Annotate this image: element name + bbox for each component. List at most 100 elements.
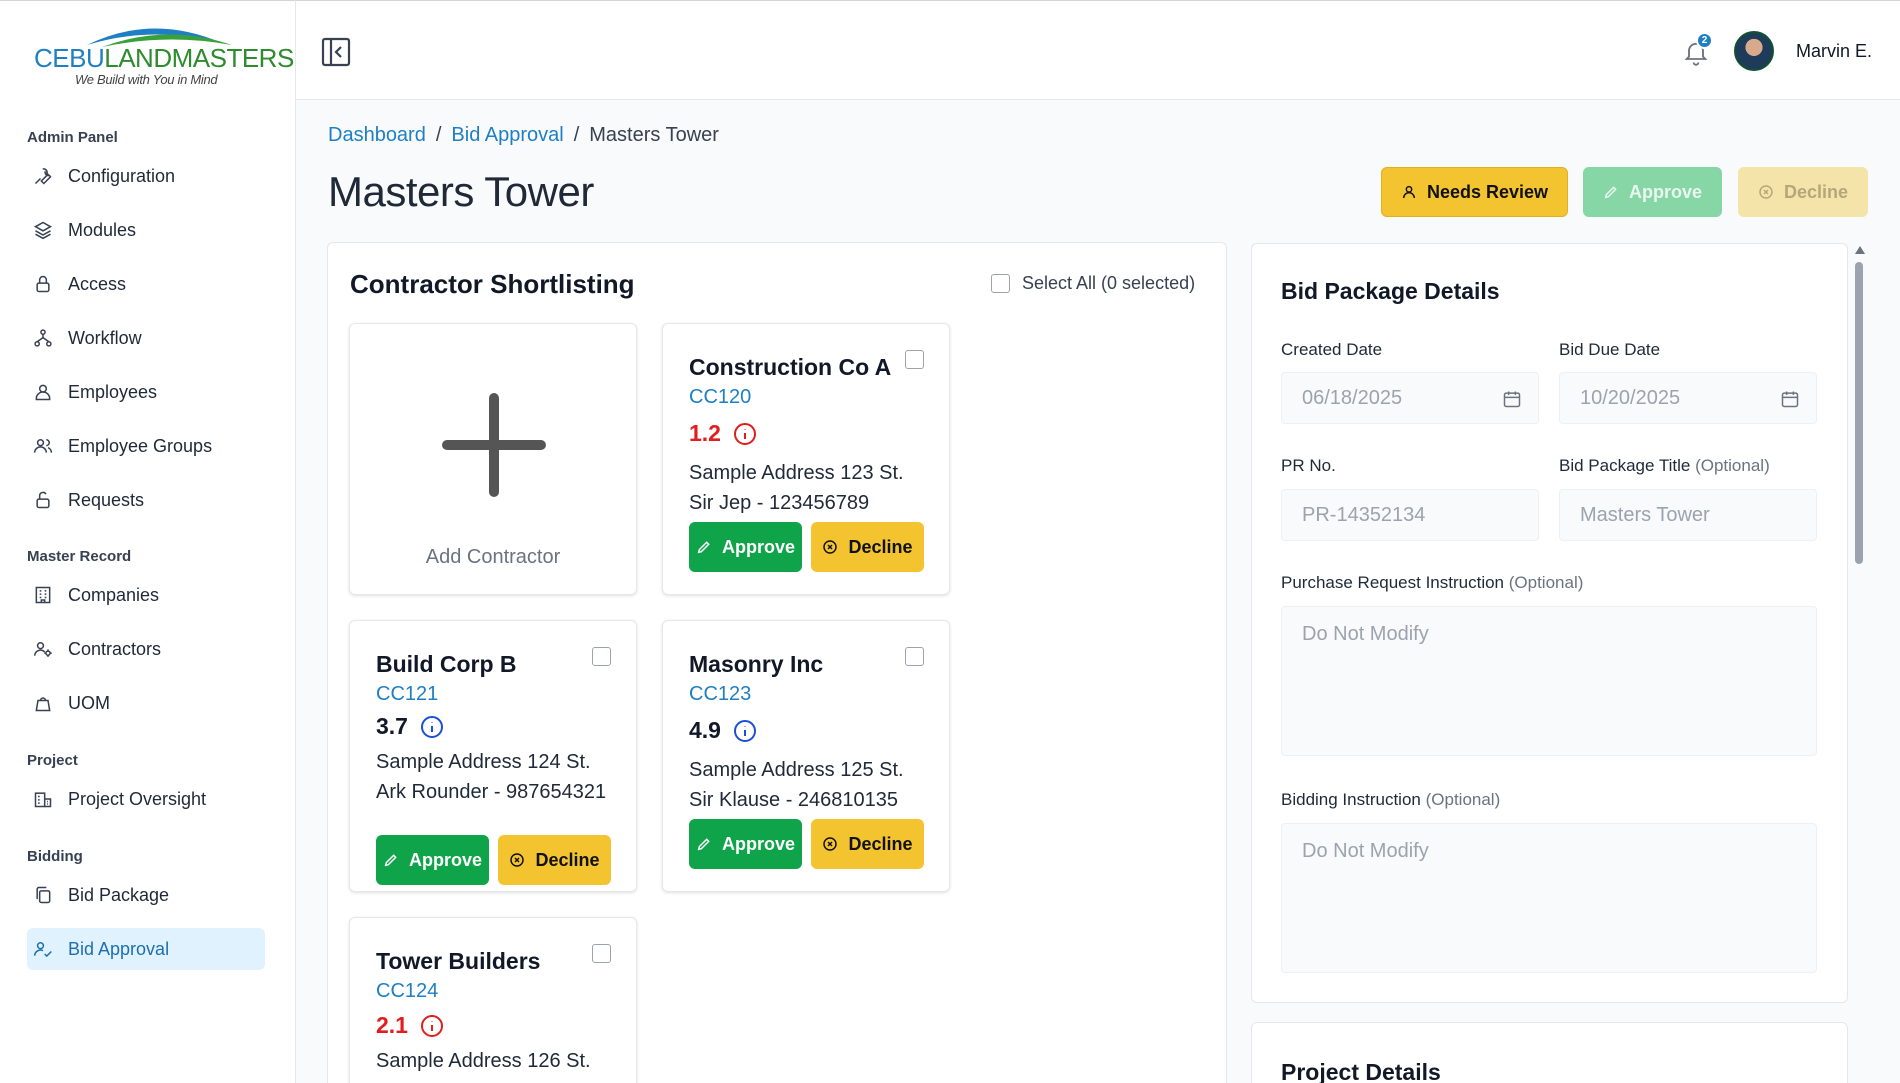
info-icon[interactable] [733, 422, 757, 446]
add-contractor-label: Add Contractor [425, 546, 561, 568]
x-circle-icon [510, 853, 525, 867]
info-icon[interactable] [420, 1014, 444, 1038]
approve-contractor-button[interactable]: Approve [376, 835, 489, 885]
avatar[interactable] [1734, 31, 1774, 71]
user-icon [1402, 185, 1416, 199]
optional-label: (Optional) [1425, 790, 1501, 809]
created-date-label: Created Date [1281, 340, 1383, 359]
sidebar-item-employee-groups[interactable]: Employee Groups [27, 425, 265, 467]
breadcrumb: Dashboard / Bid Approval / Masters Tower [328, 124, 719, 147]
unlock-icon [32, 489, 54, 511]
score-value: 3.7 [376, 713, 408, 739]
breadcrumb-bid-approval[interactable]: Bid Approval [451, 124, 563, 147]
decline-contractor-button[interactable]: Decline [498, 835, 611, 885]
contractor-shortlisting-panel: Contractor Shortlisting Select All (0 se… [327, 242, 1227, 1083]
sidebar-item-project-oversight[interactable]: Project Oversight [27, 778, 265, 820]
bid-due-date-input[interactable]: 10/20/2025 [1559, 372, 1817, 424]
sidebar-item-label: Contractors [68, 638, 162, 659]
contact-line: Sir Jep - 123456789 [689, 492, 870, 514]
user-icon [32, 381, 54, 403]
sidebar-item-label: Bid Package [68, 884, 170, 905]
calendar-icon[interactable] [1502, 389, 1522, 409]
sidebar-item-requests[interactable]: Requests [27, 479, 265, 521]
created-date-input[interactable]: 06/18/2025 [1281, 372, 1539, 424]
approve-label: Approve [1628, 181, 1702, 202]
contractor-code[interactable]: CC120 [689, 386, 751, 409]
sidebar-item-label: Employee Groups [68, 435, 213, 456]
nav-section-master-record: Master Record [27, 548, 132, 565]
breadcrumb-dashboard[interactable]: Dashboard [328, 124, 426, 147]
scrollbar-thumb[interactable] [1855, 262, 1863, 564]
pr-no-placeholder: PR-14352134 [1302, 503, 1426, 526]
notification-badge: 2 [1696, 32, 1713, 49]
bid-package-title-input[interactable]: Masters Tower [1559, 489, 1817, 541]
panel-left-icon [321, 37, 351, 67]
sidebar-item-configuration[interactable]: Configuration [27, 155, 265, 197]
bid-due-date-label: Bid Due Date [1559, 340, 1661, 359]
logo-wordmark: CEBULANDMASTERS [34, 43, 294, 73]
approve-contractor-button[interactable]: Approve [689, 819, 802, 869]
contractor-checkbox[interactable] [905, 350, 924, 369]
sidebar-toggle-button[interactable] [320, 36, 352, 68]
pr-instruction-textarea[interactable]: Do Not Modify [1281, 606, 1817, 756]
select-all-checkbox[interactable]: Select All (0 selected) [991, 273, 1195, 294]
decline-contractor-button[interactable]: Decline [811, 819, 924, 869]
contractor-address: Sample Address 126 St. [376, 1046, 626, 1076]
contractor-address: Sample Address 123 St. Sir Jep - 1234567… [689, 458, 939, 518]
decline-button[interactable]: Decline [1738, 167, 1868, 217]
sidebar-item-label: Bid Approval [68, 938, 170, 959]
breadcrumb-separator: / [573, 124, 580, 146]
pencil-icon [697, 838, 710, 851]
user-name[interactable]: Marvin E. [1796, 41, 1872, 62]
company-logo[interactable]: CEBULANDMASTERS We Build with You in Min… [32, 15, 294, 91]
sidebar-item-companies[interactable]: Companies [27, 574, 265, 616]
contractor-score: 4.9 [689, 717, 757, 744]
optional-label: (Optional) [1508, 573, 1584, 592]
sidebar-item-label: Modules [68, 219, 137, 240]
contractor-name: Tower Builders [376, 948, 541, 974]
sidebar-item-label: Companies [68, 584, 160, 605]
sidebar-item-modules[interactable]: Modules [27, 209, 265, 251]
pr-no-input[interactable]: PR-14352134 [1281, 489, 1539, 541]
scroll-up-arrow[interactable] [1855, 246, 1865, 254]
sidebar-item-label: Configuration [68, 165, 176, 186]
sidebar-item-bid-approval[interactable]: Bid Approval [27, 928, 265, 970]
bidding-instruction-textarea[interactable]: Do Not Modify [1281, 823, 1817, 973]
info-icon[interactable] [733, 719, 757, 743]
sidebar-item-contractors[interactable]: Contractors [27, 628, 265, 670]
needs-review-button[interactable]: Needs Review [1381, 167, 1568, 217]
pencil-icon [697, 541, 710, 554]
contractor-checkbox[interactable] [592, 647, 611, 666]
contractor-code[interactable]: CC124 [376, 980, 438, 1003]
checkbox[interactable] [991, 274, 1010, 293]
pr-instruction-label: Purchase Request Instruction (Optional) [1281, 573, 1584, 592]
approve-contractor-button[interactable]: Approve [689, 522, 802, 572]
contractor-checkbox[interactable] [592, 944, 611, 963]
user-cog-icon [32, 638, 54, 660]
score-value: 4.9 [689, 717, 721, 743]
sidebar-item-uom[interactable]: UOM [27, 682, 265, 724]
info-icon[interactable] [420, 715, 444, 739]
sidebar-item-access[interactable]: Access [27, 263, 265, 305]
sidebar-item-employees[interactable]: Employees [27, 371, 265, 413]
bid-package-title-placeholder: Masters Tower [1580, 503, 1710, 526]
select-all-label: Select All (0 selected) [1022, 273, 1196, 293]
add-contractor-card[interactable]: Add Contractor [349, 323, 637, 595]
sidebar: CEBULANDMASTERS We Build with You in Min… [0, 0, 296, 1083]
created-date-value: 06/18/2025 [1302, 386, 1403, 409]
panel-title: Project Details [1281, 1059, 1441, 1083]
contact-line: Ark Rounder - 987654321 [376, 781, 607, 803]
calendar-icon[interactable] [1780, 389, 1800, 409]
plus-icon [442, 393, 546, 497]
contractor-code[interactable]: CC123 [689, 683, 751, 706]
contractor-name: Build Corp B [376, 651, 517, 677]
decline-contractor-button[interactable]: Decline [811, 522, 924, 572]
approve-button[interactable]: Approve [1583, 167, 1722, 217]
sidebar-item-bid-package[interactable]: Bid Package [27, 874, 265, 916]
address-line: Sample Address 124 St. [376, 751, 591, 773]
address-line: Sample Address 125 St. [689, 759, 904, 781]
contractor-checkbox[interactable] [905, 647, 924, 666]
sidebar-item-workflow[interactable]: Workflow [27, 317, 265, 359]
address-line: Sample Address 126 St. [376, 1050, 591, 1072]
contractor-code[interactable]: CC121 [376, 683, 438, 706]
